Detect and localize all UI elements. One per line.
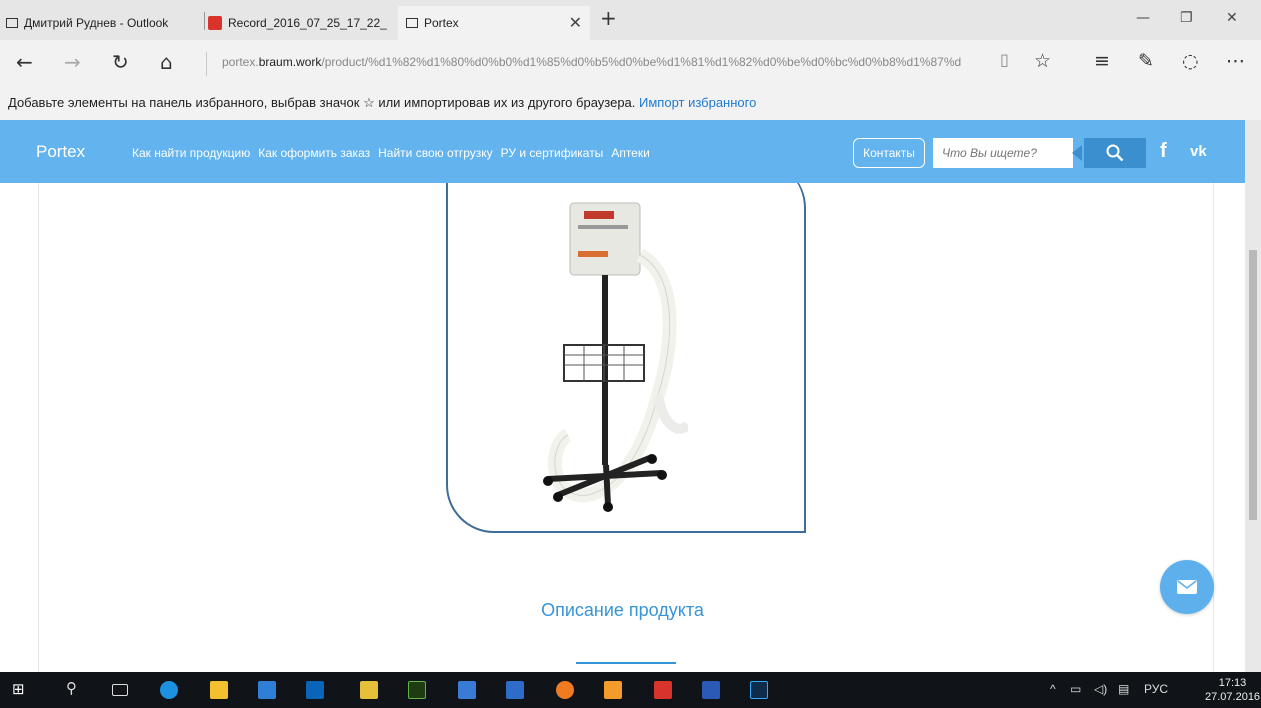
more-icon[interactable]: ⋯ <box>1226 50 1245 72</box>
close-tab-icon[interactable]: ✕ <box>569 13 582 33</box>
menu-item-find-shipment[interactable]: Найти свою отгрузку <box>378 146 493 160</box>
clock-time: 17:13 <box>1218 677 1247 689</box>
contacts-button[interactable]: Контакты <box>853 138 925 168</box>
browser-tab-bar: Дмитрий Руднев - Outlook Record_2016_07_… <box>0 0 1261 40</box>
check-app-icon[interactable] <box>604 681 622 699</box>
site-header: Portex Как найти продукцию Как оформить … <box>0 120 1245 183</box>
message-button[interactable] <box>1160 560 1214 614</box>
page-scrollbar[interactable] <box>1245 120 1261 672</box>
windows-taskbar: ⊞ ⚲ ^ ▭ ◁) ▤ РУС 17:13 27.07.2016 <box>0 672 1261 708</box>
divider <box>206 52 207 76</box>
tab-label: Дмитрий Руднев - Outlook <box>24 16 169 30</box>
volume-icon[interactable]: ◁) <box>1094 682 1107 696</box>
search-button[interactable] <box>1084 138 1146 168</box>
tray-chevron-icon[interactable]: ^ <box>1050 682 1056 696</box>
clock[interactable]: 17:13 27.07.2016 <box>1205 676 1260 704</box>
outlook-icon[interactable] <box>306 681 324 699</box>
search-icon <box>1106 144 1124 162</box>
video-icon <box>208 16 222 30</box>
tab-outlook[interactable]: Дмитрий Руднев - Outlook <box>6 6 202 40</box>
task-view-icon[interactable] <box>112 684 128 696</box>
refresh-icon[interactable]: ↻ <box>112 50 129 74</box>
firefox-icon[interactable] <box>556 681 574 699</box>
url-host: braum.work <box>258 55 322 69</box>
favorites-hint-text: Добавьте элементы на панель избранного, … <box>8 95 640 110</box>
search-input[interactable] <box>933 138 1073 168</box>
scrollbar-thumb[interactable] <box>1249 250 1257 520</box>
share-icon[interactable]: ◌ <box>1182 50 1199 72</box>
restore-icon[interactable]: ❐ <box>1180 10 1193 26</box>
game-icon[interactable] <box>360 681 378 699</box>
hub-icon[interactable]: ≡ <box>1094 50 1110 72</box>
description-underline <box>576 662 676 664</box>
favorites-bar: Добавьте элементы на панель избранного, … <box>0 86 1261 120</box>
url-path: /product/%d1%82%d1%80%d0%b0%d1%85%d0%b5%… <box>321 55 962 69</box>
clock-date: 27.07.2016 <box>1205 691 1261 703</box>
language-indicator[interactable]: РУС <box>1144 682 1168 696</box>
photoshop-icon[interactable] <box>750 681 768 699</box>
edge-icon[interactable] <box>160 681 178 699</box>
new-tab-button[interactable]: + <box>600 6 617 30</box>
site-logo[interactable]: Portex <box>36 142 85 162</box>
dreamweaver-icon[interactable] <box>408 681 426 699</box>
window-icon <box>6 18 18 28</box>
product-image[interactable] <box>528 195 688 515</box>
tab-divider <box>204 12 205 30</box>
address-bar[interactable]: portex.braum.work/product/%d1%82%d1%80%d… <box>222 55 961 69</box>
mail-app-icon[interactable] <box>258 681 276 699</box>
search-arrow <box>1072 145 1082 161</box>
home-icon[interactable]: ⌂ <box>160 50 173 74</box>
web-page: Описание продукта Portex Как найти проду… <box>0 120 1245 672</box>
windows-start-icon[interactable]: ⊞ <box>12 680 30 698</box>
web-note-icon[interactable]: ✎ <box>1138 50 1154 72</box>
menu-item-pharmacies[interactable]: Аптеки <box>611 146 650 160</box>
notifications-icon[interactable]: ▤ <box>1118 682 1129 696</box>
tab-portex[interactable]: Portex ✕ <box>398 6 590 40</box>
menu-item-find-products[interactable]: Как найти продукцию <box>132 146 250 160</box>
search-taskbar-icon[interactable]: ⚲ <box>66 679 84 697</box>
close-window-icon[interactable]: ✕ <box>1226 10 1238 26</box>
main-menu: Как найти продукцию Как оформить заказ Н… <box>132 146 658 160</box>
menu-item-certificates[interactable]: РУ и сертификаты <box>501 146 604 160</box>
file-explorer-icon[interactable] <box>210 681 228 699</box>
minimize-icon[interactable]: — <box>1136 10 1150 26</box>
favorites-hint: Добавьте элементы на панель избранного, … <box>8 95 756 111</box>
browser-toolbar: ← → ↻ ⌂ portex.braum.work/product/%d1%82… <box>0 40 1261 86</box>
calendar-icon[interactable] <box>506 681 524 699</box>
mail-icon <box>1177 580 1197 594</box>
back-icon[interactable]: ← <box>16 50 33 74</box>
description-title: Описание продукта <box>541 600 704 620</box>
facebook-icon[interactable]: f <box>1160 140 1167 163</box>
tab-label: Record_2016_07_25_17_22_ <box>228 16 387 30</box>
screen: Дмитрий Руднев - Outlook Record_2016_07_… <box>0 0 1261 708</box>
recorder-icon[interactable] <box>654 681 672 699</box>
network-tray-icon[interactable]: ▭ <box>1070 682 1081 696</box>
window-icon <box>406 18 418 28</box>
import-favorites-link[interactable]: Импорт избранного <box>639 95 756 110</box>
forward-icon[interactable]: → <box>64 50 81 74</box>
word-icon[interactable] <box>702 681 720 699</box>
favorite-star-icon[interactable]: ☆ <box>1034 50 1051 72</box>
tab-record[interactable]: Record_2016_07_25_17_22_ <box>208 6 394 40</box>
url-prefix: portex. <box>222 55 259 69</box>
reading-view-icon[interactable]: ▯ <box>1000 50 1009 69</box>
menu-item-how-to-order[interactable]: Как оформить заказ <box>258 146 370 160</box>
network-icon[interactable] <box>458 681 476 699</box>
tab-label: Portex <box>424 16 459 30</box>
vk-icon[interactable]: vk <box>1190 143 1207 160</box>
